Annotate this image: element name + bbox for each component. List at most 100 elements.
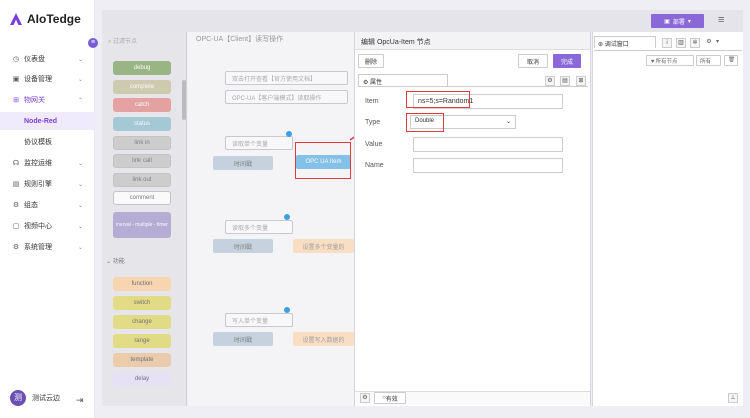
logo-icon [10,13,22,25]
enabled-toggle[interactable]: ○ 有效 [374,392,406,404]
node-editor-tray [354,32,591,406]
clear-icon[interactable]: 🗑 [724,55,738,66]
sidebar-item-node-red[interactable]: Node-Red [0,112,95,130]
sidebar-item-system[interactable]: ⚙ 系统管理 ⌄ [0,238,95,256]
palette-node[interactable]: inerval - multiple - timer [113,212,171,238]
deploy-button[interactable]: ▣ 部署 ▾ [651,14,704,28]
bug-icon[interactable]: ✲ [690,38,700,48]
chevron-down-icon: ⌄ [77,244,83,251]
chevron-down-icon: ⌄ [77,223,83,230]
name-label: Name [365,162,384,169]
palette-search-input[interactable]: ⌕ 过滤节点 [108,36,137,46]
type-label: Type [365,119,381,126]
flow-label[interactable]: 读取多个变量 [225,220,293,234]
deploy-icon: ▣ [664,18,670,25]
palette-node[interactable]: catch [113,98,171,112]
done-button[interactable]: 完成 [553,54,581,68]
bug-icon: ⊛ [598,42,605,48]
timestamp-node[interactable]: 时间戳 [213,156,273,170]
palette-node[interactable]: link call [113,154,171,168]
value-input[interactable] [413,137,563,152]
chevron-down-icon: ⌄ [505,119,511,125]
tab-properties[interactable]: ⚙ 属性 [358,74,448,86]
function-node[interactable]: 设置多个变量的 [293,239,354,253]
config-icon: ⚙ [12,202,20,209]
highlight-box [406,91,470,108]
palette-node[interactable]: complete [113,80,171,94]
timestamp-node[interactable]: 时间戳 [213,239,273,253]
flow-label[interactable]: 读取单个变量 [225,136,293,150]
flow-comment[interactable]: 双击打开查看【官方使用文档】 [225,71,348,85]
highlight-box [406,113,444,132]
chevron-down-icon: ⌄ [77,160,83,167]
chevron-down-icon[interactable]: ▾ [716,38,719,45]
filter-nodes-select[interactable]: ▼所有节点 [646,55,694,66]
sidebar-item-dashboard[interactable]: ◷ 仪表盘 ⌄ [0,50,95,68]
book-icon[interactable]: ▥ [676,38,686,48]
palette-node[interactable]: link out [113,173,171,187]
palette-node[interactable]: debug [113,61,171,75]
main-menu-icon[interactable]: ≡ [718,14,724,26]
palette-node[interactable]: status [113,117,171,131]
palette-node[interactable]: function [113,277,171,291]
pin-bottom-icon[interactable]: ⊥ [728,393,738,403]
chevron-down-icon: ⌄ [77,202,83,209]
changed-dot [286,131,292,137]
divider [358,86,588,87]
sidebar-item-config[interactable]: ⚙ 组态 ⌄ [0,196,95,214]
collapse-menu-icon[interactable]: ≡ [88,38,98,48]
editor-title: 编辑 OpcUa-Item 节点 [355,32,590,50]
system-icon: ⚙ [12,244,20,251]
palette-node[interactable]: template [113,353,171,367]
sidebar-item-rules[interactable]: ▤ 规则引擎 ⌄ [0,175,95,193]
palette-node[interactable]: link in [113,136,171,150]
timestamp-node[interactable]: 时间戳 [213,332,273,346]
chevron-down-icon: ⌄ [77,76,83,83]
video-icon: ▢ [12,223,20,230]
palette-scrollbar[interactable] [182,80,186,120]
tab-debug[interactable]: ⊛ 调试窗口 [594,36,656,48]
palette-node[interactable]: change [113,315,171,329]
name-input[interactable] [413,158,563,173]
flow-comment[interactable]: OPC-UA【客户端模式】读取操作 [225,90,348,104]
value-label: Value [365,141,383,148]
function-node[interactable]: 设置写入数据的 [293,332,354,346]
sidebar-item-video[interactable]: ▢ 视频中心 ⌄ [0,217,95,235]
sidebar-item-gateway[interactable]: ⊞ 物网关 ⌃ [0,91,95,109]
appearance-icon[interactable]: ⊠ [576,76,586,86]
chevron-down-icon: ▾ [687,18,691,25]
flow-label[interactable]: 写入单个变量 [225,313,293,327]
debug-sidebar [592,32,743,406]
changed-dot [284,214,290,220]
info-icon[interactable]: i [662,38,672,48]
logout-icon[interactable]: ⇥ [76,395,84,406]
divider [594,50,742,51]
palette-section-function[interactable]: ⌄ 功能 [106,256,125,265]
node-red-header [102,10,743,32]
cancel-button[interactable]: 取消 [518,54,548,68]
chevron-up-icon: ⌃ [77,97,83,104]
delete-button[interactable]: 删除 [358,54,384,68]
sidebar-item-monitor[interactable]: ☊ 监控运维 ⌄ [0,154,95,172]
palette-node[interactable]: comment [113,191,171,205]
sidebar-item-devices[interactable]: ▣ 设备管理 ⌄ [0,70,95,88]
palette-node[interactable]: range [113,334,171,348]
item-label: Item [365,98,379,105]
user-profile[interactable]: 测 测试云边 [10,390,60,406]
palette-node[interactable]: delay [113,372,171,386]
tab-flow[interactable]: OPC-UA【Client】读写操作 [196,34,283,44]
gear-icon[interactable]: ⚙ [704,38,714,48]
app-title: AIoTedge [27,12,81,26]
dashboard-icon: ◷ [12,56,20,63]
palette-node[interactable]: switch [113,296,171,310]
sidebar-item-protocol-templates[interactable]: 协议模板 [0,133,95,151]
filter-all-select[interactable]: 所有 [696,55,721,66]
rule-icon: ▤ [12,181,20,188]
changed-dot [284,307,290,313]
settings-icon[interactable]: ⚙ [360,393,370,403]
settings-icon[interactable]: ⚙ [545,76,555,86]
flow-workspace[interactable] [188,32,354,406]
avatar: 测 [10,390,26,406]
description-icon[interactable]: ▤ [560,76,570,86]
device-icon: ▣ [12,76,20,83]
